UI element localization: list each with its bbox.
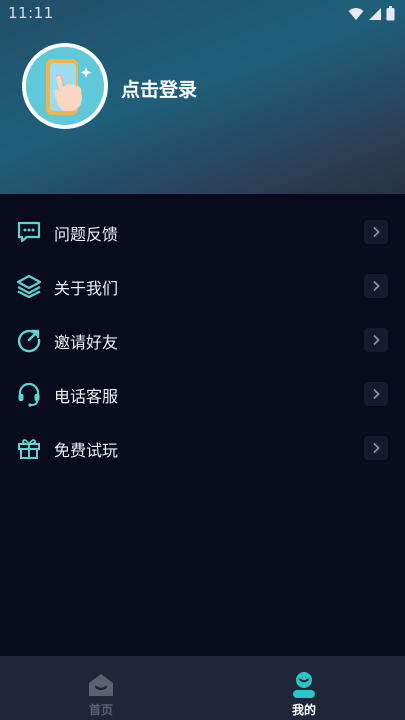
tab-mine[interactable]: 我的 [203,656,405,720]
menu-item-label: 问题反馈 [54,225,119,244]
chevron-right-icon [364,220,388,244]
login-prompt[interactable]: 点击登录 [121,75,197,102]
tab-home[interactable]: 首页 [0,656,202,720]
profile-header: 11:11 点击登录 [0,0,405,194]
menu-item-label: 免费试玩 [54,441,119,460]
avatar[interactable] [22,43,108,129]
battery-icon [386,6,395,21]
status-bar: 11:11 [0,0,405,28]
avatar-illustration [26,47,104,125]
menu-item-feedback[interactable]: 问题反馈 [0,205,405,259]
layers-icon [16,274,42,299]
menu-item-label: 电话客服 [54,387,119,406]
menu-item-free-trial[interactable]: 免费试玩 [0,421,405,475]
menu-item-about[interactable]: 关于我们 [0,259,405,313]
profile-screen: 11:11 点击登录 问题反馈 关于我们 邀请好友 电话客服 免费试玩 首页 我… [0,0,405,720]
status-time: 11:11 [8,4,54,22]
chevron-right-icon [364,436,388,460]
menu-item-invite[interactable]: 邀请好友 [0,313,405,367]
menu-item-label: 邀请好友 [54,333,119,352]
chevron-right-icon [364,274,388,298]
chevron-right-icon [364,382,388,406]
user-icon [293,672,315,698]
bottom-tab-bar: 首页 我的 [0,656,405,720]
tab-label: 首页 [88,703,113,717]
tab-label: 我的 [291,703,316,717]
chat-bubble-icon [17,221,41,243]
gift-icon [18,439,40,459]
signal-icon [369,7,381,20]
wifi-icon [348,7,364,20]
settings-menu: 问题反馈 关于我们 邀请好友 电话客服 免费试玩 [0,194,405,475]
headset-icon [18,382,40,407]
menu-item-label: 关于我们 [54,279,119,298]
status-icons [348,6,395,21]
home-icon [89,674,113,696]
menu-item-phone-support[interactable]: 电话客服 [0,367,405,421]
refresh-arrow-icon [17,329,41,353]
chevron-right-icon [364,328,388,352]
